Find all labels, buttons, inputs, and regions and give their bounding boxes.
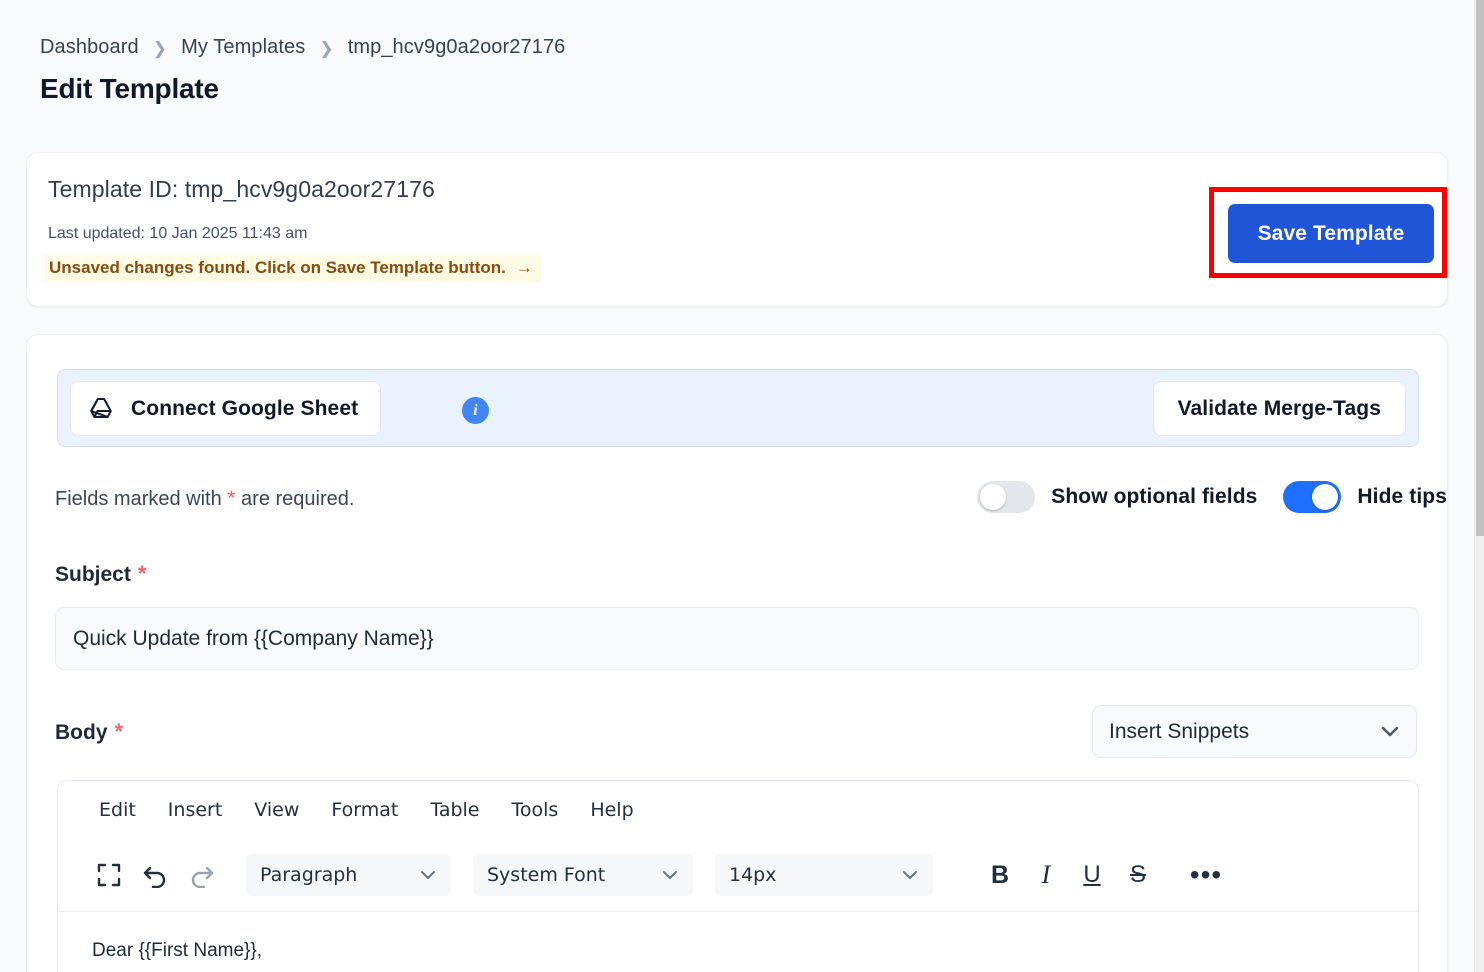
bold-icon[interactable]: B bbox=[977, 853, 1023, 897]
insert-snippets-select[interactable]: Insert Snippets bbox=[1092, 705, 1417, 758]
menu-item-table[interactable]: Table bbox=[419, 795, 490, 825]
underline-icon[interactable]: U bbox=[1069, 853, 1115, 897]
editor-menubar: Edit Insert View Format Table Tools Help bbox=[58, 781, 1418, 839]
save-button-highlight-box: Save Template bbox=[1209, 187, 1447, 278]
breadcrumb: Dashboard ❯ My Templates ❯ tmp_hcv9g0a2o… bbox=[0, 0, 1474, 59]
show-optional-fields-group: Show optional fields bbox=[977, 481, 1257, 513]
breadcrumb-item-dashboard[interactable]: Dashboard bbox=[40, 36, 139, 59]
scrollbar-thumb[interactable] bbox=[1476, 0, 1484, 536]
required-asterisk: * bbox=[138, 561, 147, 586]
insert-snippets-wrapper: Insert Snippets bbox=[1092, 705, 1417, 758]
page-scroll-area: Dashboard ❯ My Templates ❯ tmp_hcv9g0a2o… bbox=[0, 0, 1474, 972]
toggle-knob bbox=[980, 484, 1006, 510]
editor-content-area[interactable]: Dear {{First Name}}, bbox=[58, 911, 1418, 972]
validate-merge-tags-button[interactable]: Validate Merge-Tags bbox=[1153, 381, 1406, 436]
google-drive-icon bbox=[88, 397, 114, 421]
italic-icon[interactable]: I bbox=[1023, 853, 1069, 897]
unsaved-changes-notice: Unsaved changes found. Click on Save Tem… bbox=[45, 255, 541, 282]
rich-text-editor: Edit Insert View Format Table Tools Help bbox=[57, 780, 1419, 972]
undo-icon[interactable] bbox=[132, 853, 178, 897]
more-options-icon[interactable]: ••• bbox=[1183, 853, 1229, 897]
block-format-select[interactable]: Paragraph bbox=[246, 854, 451, 896]
required-fields-note: Fields marked with * are required. bbox=[55, 487, 354, 511]
show-optional-fields-toggle[interactable] bbox=[977, 481, 1035, 513]
breadcrumb-item-current-template: tmp_hcv9g0a2oor27176 bbox=[348, 36, 566, 59]
hide-tips-label: Hide tips bbox=[1357, 485, 1447, 509]
font-size-select[interactable]: 14px bbox=[715, 854, 933, 896]
arrow-right-icon: → bbox=[516, 258, 533, 277]
font-size-wrapper: 14px bbox=[715, 854, 933, 896]
menu-item-format[interactable]: Format bbox=[320, 795, 409, 825]
menu-item-view[interactable]: View bbox=[243, 795, 310, 825]
vertical-scrollbar[interactable] bbox=[1474, 0, 1484, 972]
editor-toolbar: Paragraph System Font 14 bbox=[58, 839, 1418, 911]
menu-item-insert[interactable]: Insert bbox=[157, 795, 234, 825]
menu-item-edit[interactable]: Edit bbox=[88, 795, 147, 825]
toggle-row: Show optional fields Hide tips bbox=[977, 481, 1447, 513]
font-family-wrapper: System Font bbox=[473, 854, 693, 896]
subject-label-text: Subject bbox=[55, 563, 131, 586]
hide-tips-group: Hide tips bbox=[1283, 481, 1447, 513]
font-family-select[interactable]: System Font bbox=[473, 854, 693, 896]
required-asterisk: * bbox=[115, 719, 124, 744]
menu-item-help[interactable]: Help bbox=[579, 795, 644, 825]
save-template-button[interactable]: Save Template bbox=[1228, 204, 1434, 263]
required-note-suffix: are required. bbox=[241, 488, 354, 510]
info-icon[interactable]: i bbox=[462, 397, 489, 424]
required-asterisk: * bbox=[227, 487, 235, 510]
subject-field-label: Subject * bbox=[55, 561, 146, 587]
strikethrough-icon[interactable]: S bbox=[1115, 853, 1161, 897]
breadcrumb-separator-icon: ❯ bbox=[153, 39, 167, 59]
connect-google-sheet-label: Connect Google Sheet bbox=[131, 397, 358, 421]
last-updated-text: Last updated: 10 Jan 2025 11:43 am bbox=[48, 225, 307, 243]
body-field-label: Body * bbox=[55, 719, 123, 745]
required-note-prefix: Fields marked with bbox=[55, 488, 222, 510]
connect-google-sheet-button[interactable]: Connect Google Sheet bbox=[70, 381, 381, 436]
breadcrumb-item-my-templates[interactable]: My Templates bbox=[181, 36, 305, 59]
template-summary-card: Template ID: tmp_hcv9g0a2oor27176 Last u… bbox=[26, 152, 1448, 307]
template-editor-card: Connect Google Sheet i Validate Merge-Ta… bbox=[26, 334, 1448, 972]
show-optional-fields-label: Show optional fields bbox=[1051, 485, 1257, 509]
breadcrumb-separator-icon: ❯ bbox=[319, 39, 333, 59]
unsaved-changes-text: Unsaved changes found. Click on Save Tem… bbox=[49, 258, 506, 277]
fullscreen-icon[interactable] bbox=[86, 853, 132, 897]
redo-icon[interactable] bbox=[178, 853, 224, 897]
google-sheet-strip: Connect Google Sheet i Validate Merge-Ta… bbox=[57, 369, 1419, 447]
toggle-knob bbox=[1312, 484, 1338, 510]
page-title: Edit Template bbox=[40, 73, 1474, 105]
hide-tips-toggle[interactable] bbox=[1283, 481, 1341, 513]
body-label-text: Body bbox=[55, 721, 108, 744]
menu-item-tools[interactable]: Tools bbox=[501, 795, 570, 825]
editor-content-line: Dear {{First Name}}, bbox=[92, 940, 1384, 962]
template-id-text: Template ID: tmp_hcv9g0a2oor27176 bbox=[48, 176, 435, 203]
block-format-wrapper: Paragraph bbox=[246, 854, 451, 896]
subject-input[interactable] bbox=[55, 607, 1419, 670]
